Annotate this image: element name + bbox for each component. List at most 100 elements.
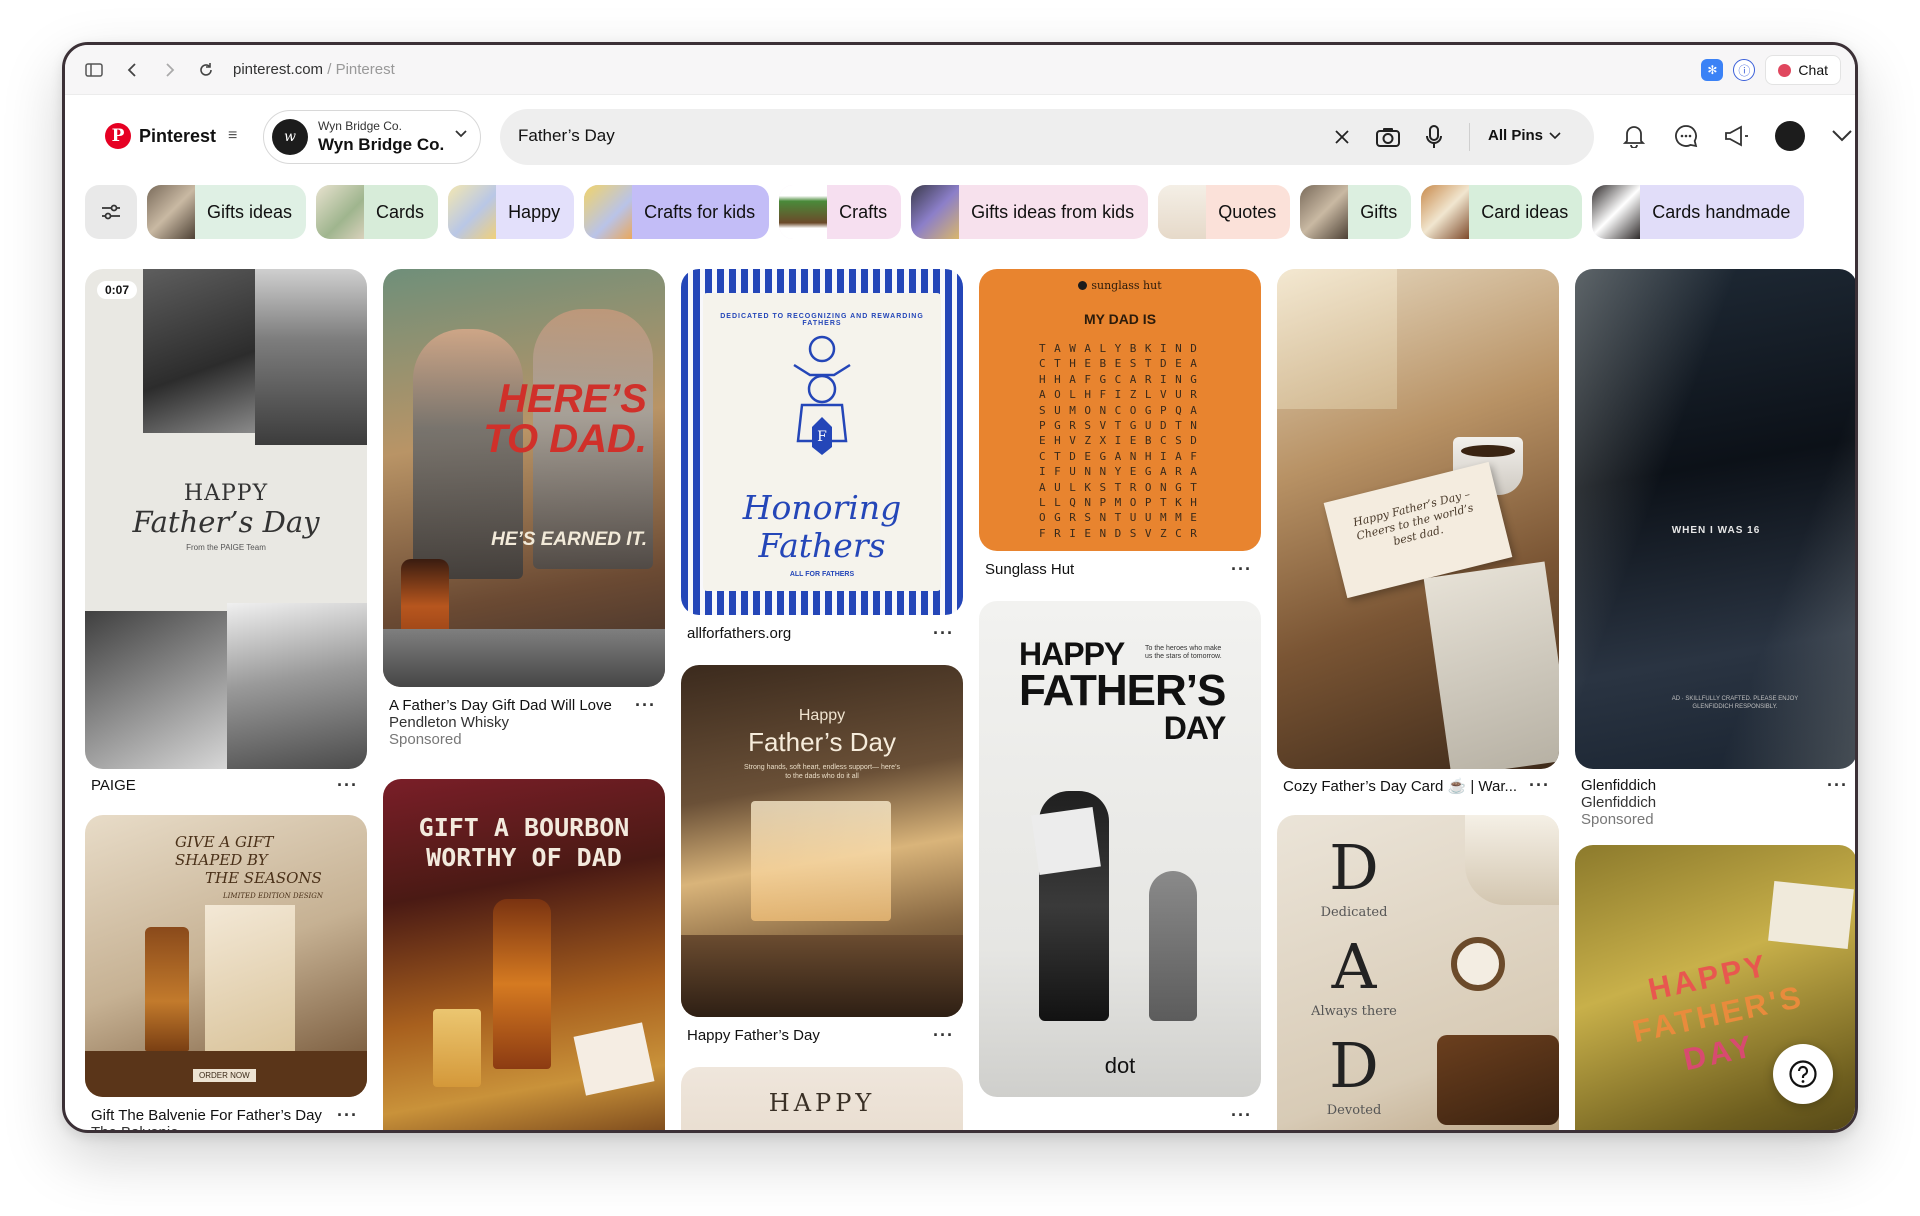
microphone-icon[interactable]: [1420, 123, 1448, 151]
pin-source: Pendleton Whisky: [389, 714, 510, 731]
reload-icon[interactable]: [195, 59, 217, 81]
pin-image-pendleton[interactable]: HERE’S TO DAD. HE’S EARNED IT.: [383, 269, 665, 687]
pin-image-cozy-card[interactable]: Happy Father’s Day – Cheers to the world…: [1277, 269, 1559, 769]
chip-quotes[interactable]: Quotes: [1158, 185, 1291, 239]
cozy-card-text: Happy Father’s Day – Cheers to the world…: [1351, 487, 1475, 549]
extension-password-icon[interactable]: ⓘ: [1733, 59, 1756, 81]
pin-more-icon[interactable]: ···: [1231, 559, 1252, 580]
chip-card-ideas[interactable]: Card ideas: [1421, 185, 1583, 239]
chip-thumbnail: [1421, 185, 1470, 239]
pin-image-happy-card[interactable]: HAPPY: [681, 1067, 963, 1130]
pin-image-dot-fathers-day[interactable]: HAPPY FATHER’S DAY To the heroes who mak…: [979, 601, 1261, 1097]
chip-label: Cards: [376, 201, 425, 222]
chip-thumbnail: [448, 185, 497, 239]
brand-name: Pinterest: [139, 125, 217, 146]
pin-caption[interactable]: Happy Father’s Day: [687, 1027, 933, 1044]
chip-gifts-ideas-from-kids[interactable]: Gifts ideas from kids: [911, 185, 1149, 239]
honoring-arc-text: DEDICATED TO RECOGNIZING AND REWARDING F…: [720, 313, 924, 327]
brand-logo[interactable]: P Pinterest ≡: [105, 123, 237, 149]
filter-button[interactable]: [85, 185, 137, 239]
pinterest-logo-icon: P: [105, 123, 131, 149]
pin-image-sunglass-hut[interactable]: sunglass hut MY DAD IS TAWALYBKIND CTHEBE…: [979, 269, 1261, 551]
bourbon-line1: GIFT A BOURBON: [418, 813, 630, 842]
pin-caption[interactable]: A Father’s Day Gift Dad Will Love Pendle…: [389, 697, 635, 748]
account-switcher[interactable]: w Wyn Bridge Co. Wyn Bridge Co.: [263, 110, 481, 164]
chip-thumbnail: [316, 185, 365, 239]
chip-crafts[interactable]: Crafts: [779, 185, 902, 239]
pin-caption[interactable]: PAIGE: [91, 777, 337, 794]
pin-more-icon[interactable]: ···: [635, 695, 656, 716]
messages-icon[interactable]: [1671, 121, 1701, 151]
pin-more-icon[interactable]: ···: [933, 1025, 954, 1046]
chip-label: Crafts: [839, 201, 888, 222]
sidebar-toggle-icon[interactable]: [83, 59, 105, 81]
chat-button[interactable]: Chat: [1765, 55, 1841, 85]
camera-search-icon[interactable]: [1374, 123, 1402, 151]
pin-more-icon[interactable]: ···: [337, 1105, 358, 1126]
pin-more-icon[interactable]: ···: [933, 623, 954, 644]
pin-more-icon[interactable]: ···: [1231, 1105, 1252, 1126]
chip-label: Card ideas: [1481, 201, 1569, 222]
pin-image-bourbon[interactable]: GIFT A BOURBON WORTHY OF DAD: [383, 779, 665, 1130]
url-separator: /: [323, 61, 336, 78]
glenfiddich-fine-print: AD · SKILLFULLY CRAFTED. PLEASE ENJOY GL…: [1671, 696, 1799, 710]
balvenie-line1: GIVE A GIFT: [175, 833, 274, 851]
pin-caption[interactable]: Gift The Balvenie For Father’s Day The B…: [91, 1107, 337, 1130]
pin-image-balvenie[interactable]: GIVE A GIFT SHAPED BY THE SEASONS LIMITE…: [85, 815, 367, 1097]
account-name: Wyn Bridge Co.: [318, 135, 445, 154]
chip-thumbnail: [779, 185, 828, 239]
chat-bubble-icon: [1778, 63, 1792, 77]
notifications-bell-icon[interactable]: [1619, 121, 1649, 151]
chip-happy[interactable]: Happy: [448, 185, 575, 239]
pin-image-glenfiddich[interactable]: WHEN I WAS 16 AD · SKILLFULLY CRAFTED. P…: [1575, 269, 1855, 769]
dot-logo-text: dot: [1104, 1053, 1136, 1078]
pin-title: A Father’s Day Gift Dad Will Love: [389, 697, 612, 714]
paige-happy-text: HAPPY: [183, 481, 269, 506]
search-bar: All Pins: [500, 109, 1594, 165]
pin-image-honoring-fathers[interactable]: DEDICATED TO RECOGNIZING AND REWARDING F…: [681, 269, 963, 615]
pin-more-icon[interactable]: ···: [1827, 775, 1848, 796]
pin-more-icon[interactable]: ···: [337, 775, 358, 796]
menu-icon[interactable]: ≡: [228, 127, 237, 145]
filter-sliders-icon: [102, 204, 120, 220]
pin-caption[interactable]: Cozy Father’s Day Card ☕ | War...: [1283, 777, 1529, 795]
chip-thumbnail: [584, 185, 633, 239]
pin-image-happy-fathers-day[interactable]: Happy Father’s Day Strong hands, soft he…: [681, 665, 963, 1017]
extension-gear-icon[interactable]: ✻: [1701, 59, 1724, 81]
pin-image-dad-acronym[interactable]: D Dedicated A Always there D Devoted: [1277, 815, 1559, 1130]
pin-caption[interactable]: allforfathers.org: [687, 625, 933, 642]
chip-gifts-ideas[interactable]: Gifts ideas: [147, 185, 307, 239]
forward-icon[interactable]: [159, 59, 181, 81]
chip-thumbnail: [1300, 185, 1349, 239]
dad-carrying-child-illustration: F: [793, 335, 851, 455]
chip-crafts-for-kids[interactable]: Crafts for kids: [584, 185, 770, 239]
chip-label: Cards handmade: [1652, 201, 1791, 222]
chip-cards[interactable]: Cards: [316, 185, 439, 239]
pin-caption[interactable]: Glenfiddich Glenfiddich Sponsored: [1581, 777, 1827, 828]
pin-caption[interactable]: Sunglass Hut: [985, 561, 1231, 578]
sponsored-label: Sponsored: [1581, 811, 1654, 828]
megaphone-icon[interactable]: [1721, 121, 1751, 151]
help-button[interactable]: [1773, 1044, 1833, 1104]
user-avatar[interactable]: [1775, 121, 1805, 151]
order-now-button: ORDER NOW: [193, 1069, 256, 1082]
address-bar[interactable]: pinterest.com / Pinterest: [233, 61, 395, 78]
back-icon[interactable]: [121, 59, 143, 81]
browser-toolbar: pinterest.com / Pinterest ✻ ⓘ Chat: [65, 45, 1855, 95]
account-small-name: Wyn Bridge Co.: [318, 119, 402, 133]
account-menu-chevron-icon[interactable]: [1827, 121, 1855, 151]
fathers-day-big-text: Father’s Day: [748, 727, 896, 757]
dot-fathers-text: FATHER’S: [1019, 666, 1226, 715]
question-mark-icon: [1789, 1060, 1817, 1088]
chip-label: Quotes: [1218, 201, 1277, 222]
clear-search-icon[interactable]: [1328, 123, 1356, 151]
balvenie-line2: SHAPED BY: [175, 851, 268, 869]
chip-gifts[interactable]: Gifts: [1300, 185, 1412, 239]
bourbon-line2: WORTHY OF DAD: [426, 843, 622, 872]
pin-image-paige[interactable]: 0:07 HAPPY Father’s Day From the PAIGE T…: [85, 269, 367, 769]
pin-more-icon[interactable]: ···: [1529, 775, 1550, 796]
search-scope-dropdown[interactable]: All Pins: [1488, 127, 1561, 144]
chip-cards-handmade[interactable]: Cards handmade: [1592, 185, 1805, 239]
dad-letter-a: A: [1331, 930, 1377, 1003]
search-input[interactable]: [518, 126, 1218, 146]
